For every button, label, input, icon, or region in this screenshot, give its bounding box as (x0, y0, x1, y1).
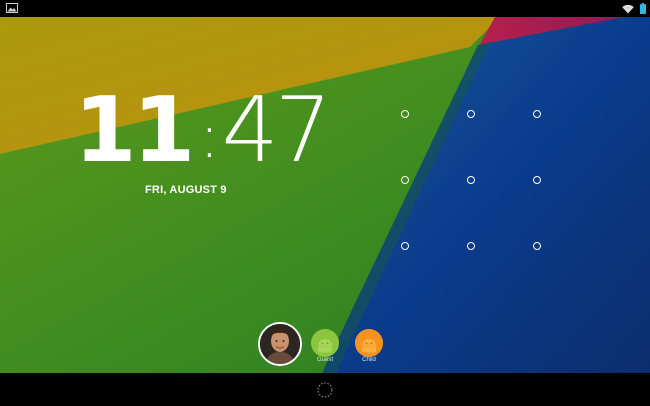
image-icon (6, 3, 18, 13)
android-avatar-icon (355, 329, 383, 357)
user-label-child: Child (362, 357, 376, 363)
pattern-dot[interactable] (401, 176, 409, 184)
pattern-dot[interactable] (401, 110, 409, 118)
pattern-dot[interactable] (533, 176, 541, 184)
clock-hours: 11 (74, 78, 195, 183)
loading-spinner-icon (317, 382, 333, 398)
pattern-dot[interactable] (467, 176, 475, 184)
clock-separator: : (199, 102, 220, 172)
pattern-dot[interactable] (533, 242, 541, 250)
battery-icon (640, 3, 646, 14)
user-avatar-guest[interactable] (311, 329, 339, 357)
pattern-dot[interactable] (467, 110, 475, 118)
lock-date: FRI, AUGUST 9 (145, 184, 227, 196)
android-avatar-icon (311, 329, 339, 357)
status-icons (622, 2, 646, 15)
pattern-dot[interactable] (467, 242, 475, 250)
status-bar (0, 0, 650, 17)
clock-minutes: 47 (221, 78, 332, 183)
pattern-lock-grid[interactable] (390, 100, 550, 260)
user-label-guest: Guest (316, 357, 333, 363)
lock-clock: 11 : 47 (74, 66, 332, 183)
lockscreen: 11 : 47 FRI, AUGUST 9 Guest Child (0, 0, 650, 406)
avatar (260, 324, 300, 364)
wifi-icon (622, 4, 634, 13)
user-selector: Guest Child (0, 320, 650, 370)
pattern-dot[interactable] (533, 110, 541, 118)
user-avatar-current[interactable] (258, 322, 302, 366)
user-avatar-child[interactable] (355, 329, 383, 357)
pattern-dot[interactable] (401, 242, 409, 250)
